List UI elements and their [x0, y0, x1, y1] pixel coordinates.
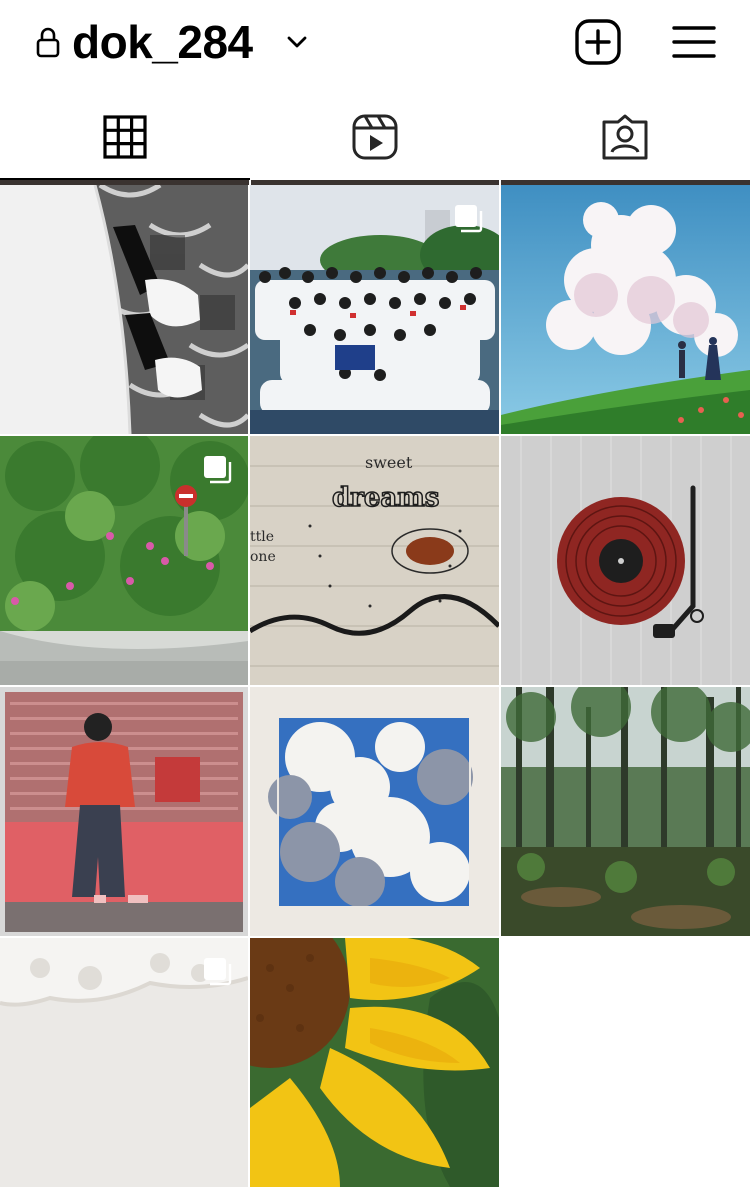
profile-tabs [0, 88, 750, 180]
profile-header: dok_284 [0, 0, 750, 88]
post-thumbnail[interactable]: sweet dreams ttle one [250, 436, 499, 685]
posts-grid: sweet dreams ttle one [0, 185, 750, 1187]
reels-icon [352, 114, 398, 160]
empty-grid-slot [501, 938, 750, 1187]
post-thumbnail[interactable] [501, 436, 750, 685]
tab-tagged[interactable] [500, 88, 750, 180]
multiple-photos-icon [204, 958, 232, 986]
profile-username[interactable]: dok_284 [72, 14, 253, 70]
lock-icon [36, 27, 60, 58]
post-thumbnail[interactable] [0, 938, 248, 1187]
hamburger-menu-icon[interactable] [671, 22, 717, 62]
multiple-photos-icon [204, 456, 232, 484]
svg-text:sweet: sweet [365, 453, 413, 472]
post-thumbnail[interactable] [250, 938, 499, 1187]
tab-posts[interactable] [0, 88, 250, 180]
post-thumbnail[interactable] [250, 185, 499, 434]
post-thumbnail[interactable] [250, 687, 499, 936]
new-post-button[interactable] [574, 18, 622, 66]
chevron-down-icon[interactable] [286, 32, 308, 52]
post-thumbnail[interactable] [0, 687, 248, 936]
svg-text:ttle: ttle [250, 529, 274, 545]
svg-text:one: one [250, 549, 276, 565]
post-thumbnail[interactable] [0, 436, 248, 685]
tab-reels[interactable] [250, 88, 500, 180]
multiple-photos-icon [455, 205, 483, 233]
post-thumbnail[interactable] [501, 185, 750, 434]
grid-icon [103, 115, 147, 159]
post-thumbnail[interactable] [501, 687, 750, 936]
post-thumbnail[interactable] [0, 185, 248, 434]
svg-text:dreams: dreams [332, 483, 439, 513]
tagged-icon [602, 114, 648, 160]
